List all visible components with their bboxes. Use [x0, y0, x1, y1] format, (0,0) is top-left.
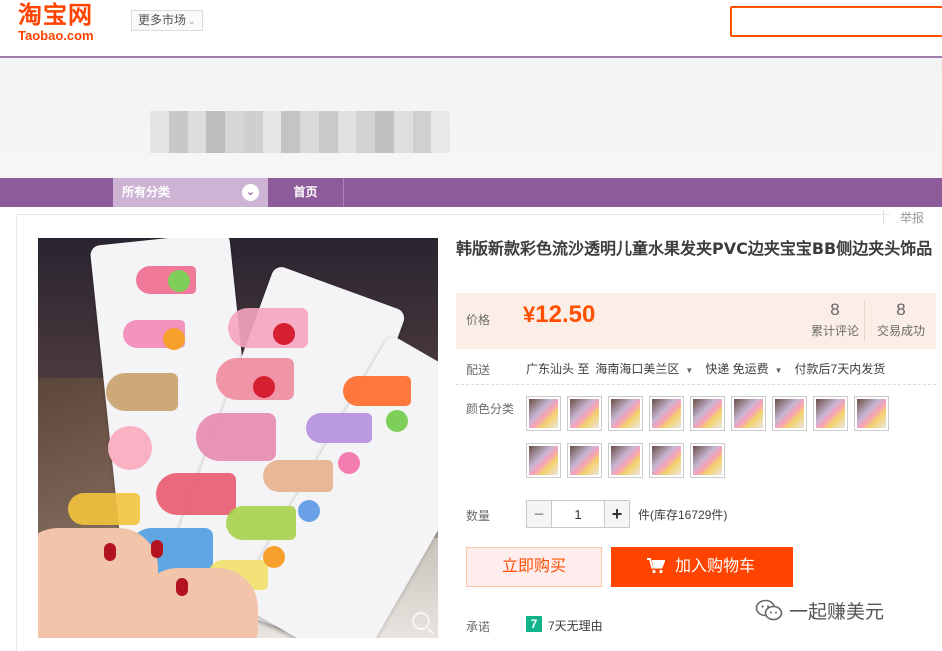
currency-symbol: ¥ — [523, 302, 536, 327]
cart-icon — [647, 558, 665, 574]
hairclip — [68, 493, 140, 525]
sales-count: 8 — [896, 300, 906, 319]
color-swatch[interactable] — [526, 396, 561, 431]
delivery-destination[interactable]: 海南海口美兰区 — [595, 362, 679, 376]
price-value: ¥12.50 — [523, 301, 595, 329]
logo-chinese: 淘宝网 — [18, 1, 93, 29]
logo-english: Taobao.com — [18, 28, 94, 43]
dispatch-time: 付款后7天内发货 — [794, 362, 886, 376]
more-market-dropdown[interactable]: 更多市场 ⌄ — [131, 10, 203, 31]
color-swatch[interactable] — [854, 396, 889, 431]
product-main-image[interactable] — [38, 238, 438, 638]
reviews-count: 8 — [830, 300, 840, 319]
blurred-shop-name — [150, 111, 450, 153]
flower-decoration — [108, 426, 152, 470]
flower-decoration — [263, 546, 285, 568]
product-title: 韩版新款彩色流沙透明儿童水果发夹PVC边夹宝宝BB侧边夹头饰品 — [456, 239, 933, 258]
add-to-cart-label: 加入购物车 — [675, 558, 756, 575]
flower-decoration — [253, 376, 275, 398]
shipping-method[interactable]: 快递 免运费 — [705, 362, 768, 376]
flower-decoration — [338, 452, 360, 474]
color-swatch[interactable] — [526, 443, 561, 478]
nav-home-link[interactable]: 首页 — [268, 178, 344, 207]
color-swatch[interactable] — [608, 396, 643, 431]
wechat-watermark: 一起赚美元 — [755, 596, 884, 624]
shop-nav: 所有分类 ⌄ 首页 — [0, 178, 942, 207]
delivery-from: 广东汕头 至 — [526, 362, 590, 376]
promise-label: 承诺 — [466, 620, 491, 634]
hairclip — [156, 473, 236, 515]
all-categories-label: 所有分类 — [122, 185, 171, 199]
nail — [151, 540, 163, 558]
flower-decoration — [386, 410, 408, 432]
sales-label: 交易成功 — [876, 324, 925, 338]
nail — [104, 543, 116, 561]
chevron-down-icon: ⌄ — [188, 16, 196, 26]
buy-now-button[interactable]: 立即购买 — [466, 547, 602, 587]
quantity-stepper: − + — [526, 500, 630, 528]
hairclip — [196, 413, 276, 461]
flower-decoration — [273, 323, 295, 345]
reviews-stat[interactable]: 8 累计评论 — [803, 300, 867, 340]
quantity-increase-button[interactable]: + — [604, 500, 630, 528]
top-bar: 淘宝网 Taobao.com 更多市场 ⌄ — [0, 0, 942, 58]
reviews-label: 累计评论 — [810, 324, 859, 338]
color-swatch[interactable] — [567, 443, 602, 478]
nail — [176, 578, 188, 596]
quantity-label: 数量 — [466, 509, 491, 523]
flower-decoration — [298, 500, 320, 522]
hairclip — [228, 308, 308, 348]
triangle-down-icon[interactable]: ▼ — [775, 366, 783, 375]
flower-decoration — [163, 328, 185, 350]
hairclip — [106, 373, 178, 411]
triangle-down-icon[interactable]: ▼ — [685, 366, 693, 375]
all-categories-button[interactable]: 所有分类 ⌄ — [113, 178, 268, 207]
color-swatch[interactable] — [772, 396, 807, 431]
more-market-label: 更多市场 — [138, 13, 187, 27]
taobao-logo[interactable]: 淘宝网 Taobao.com — [18, 1, 113, 43]
divider — [883, 210, 884, 224]
divider — [456, 384, 936, 385]
color-swatch[interactable] — [690, 443, 725, 478]
color-swatch[interactable] — [567, 396, 602, 431]
zoom-icon[interactable] — [412, 612, 430, 630]
hairclip — [343, 376, 411, 406]
color-label: 颜色分类 — [466, 402, 515, 416]
stock-text: 件(库存16729件) — [638, 508, 728, 522]
search-input[interactable] — [730, 6, 942, 37]
color-swatch[interactable] — [690, 396, 725, 431]
shop-banner — [0, 58, 942, 178]
hairclip — [226, 506, 296, 540]
color-swatch[interactable] — [731, 396, 766, 431]
price-label: 价格 — [466, 313, 491, 327]
seven-day-return-icon: 7 — [526, 616, 542, 632]
hairclip — [306, 413, 372, 443]
price-number: 12.50 — [535, 301, 596, 328]
hairclip — [263, 460, 333, 492]
price-box: 价格 ¥12.50 8 累计评论 8 交易成功 — [456, 293, 936, 349]
quantity-decrease-button[interactable]: − — [526, 500, 552, 528]
quantity-input[interactable] — [552, 500, 604, 528]
delivery-row: 广东汕头 至海南海口美兰区 ▼ 快递 免运费 ▼ 付款后7天内发货 — [526, 360, 891, 377]
chevron-down-icon: ⌄ — [242, 184, 259, 201]
color-swatch[interactable] — [649, 443, 684, 478]
report-link[interactable]: 举报 — [890, 208, 942, 228]
color-swatch[interactable] — [608, 443, 643, 478]
sales-stat: 8 交易成功 — [869, 300, 933, 340]
color-swatch[interactable] — [649, 396, 684, 431]
hand — [138, 568, 258, 638]
flower-decoration — [168, 270, 190, 292]
delivery-label: 配送 — [466, 363, 491, 377]
divider — [864, 301, 865, 341]
color-swatch[interactable] — [813, 396, 848, 431]
watermark-text: 一起赚美元 — [789, 600, 885, 623]
promise-text[interactable]: 7天无理由 — [548, 617, 603, 634]
wechat-icon — [755, 599, 783, 621]
add-to-cart-button[interactable]: 加入购物车 — [611, 547, 793, 587]
